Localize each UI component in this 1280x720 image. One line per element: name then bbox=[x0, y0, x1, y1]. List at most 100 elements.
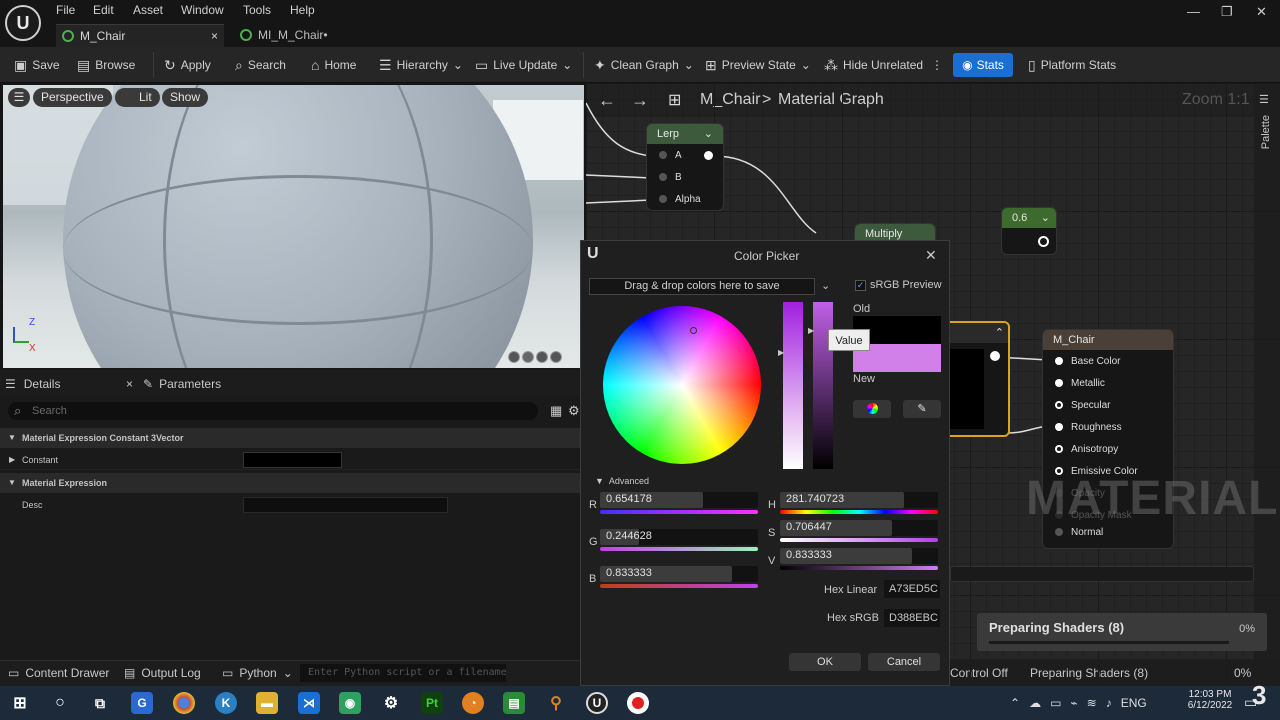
show-button[interactable]: Show bbox=[162, 88, 209, 107]
wifi-icon[interactable]: ≋ bbox=[1087, 696, 1097, 710]
color-wheel-mode-button[interactable] bbox=[853, 400, 891, 418]
chevron-down-icon[interactable]: ⌄ bbox=[1041, 208, 1050, 228]
app-k-icon[interactable]: K bbox=[215, 692, 237, 714]
python-dropdown[interactable]: ▭ Python ⌄ bbox=[222, 666, 293, 680]
network-icon[interactable]: ⌁ bbox=[1070, 696, 1077, 710]
menu-help[interactable]: Help bbox=[290, 3, 315, 17]
menu-file[interactable]: File bbox=[56, 3, 75, 17]
r-slider[interactable]: 0.654178 bbox=[600, 492, 758, 508]
view-options-icon[interactable]: ▦ bbox=[550, 403, 562, 419]
content-drawer-button[interactable]: ▭ Content Drawer bbox=[8, 666, 109, 680]
lerp-pin-alpha[interactable]: Alpha bbox=[647, 188, 723, 210]
cube-icon[interactable] bbox=[550, 351, 562, 363]
volume-icon[interactable]: ♪ bbox=[1106, 696, 1112, 710]
blender-icon[interactable]: ◔ bbox=[462, 692, 484, 714]
output-pin-icon[interactable] bbox=[1038, 236, 1049, 247]
slider-handle-icon[interactable]: ▶ bbox=[808, 326, 814, 335]
chevron-down-icon[interactable]: ⌄ bbox=[704, 124, 713, 144]
lerp-pin-b[interactable]: B bbox=[647, 166, 723, 188]
section-material-expression[interactable]: Material Expression bbox=[0, 473, 580, 493]
tab-parameters[interactable]: ✎ Parameters bbox=[143, 376, 221, 392]
tab-m-chair[interactable]: M_Chair × bbox=[56, 24, 224, 47]
pin-normal[interactable]: Normal bbox=[1043, 526, 1173, 538]
search-app-icon[interactable]: ⚲ bbox=[545, 692, 567, 714]
app-icon[interactable]: ◉ bbox=[339, 692, 361, 714]
record-icon[interactable] bbox=[627, 692, 649, 714]
system-tray[interactable]: ⌃ ☁ ▭ ⌁ ≋ ♪ ENG bbox=[1010, 696, 1147, 710]
section-material-expression-constant-3vector[interactable]: Material Expression Constant 3Vector bbox=[0, 428, 580, 448]
saturation-slider[interactable] bbox=[783, 302, 803, 469]
cylinder-icon[interactable] bbox=[508, 351, 520, 363]
browse-button[interactable]: ▤ Browse bbox=[77, 56, 135, 74]
sphere-icon[interactable] bbox=[522, 351, 534, 363]
preview-viewport[interactable]: Z X bbox=[3, 85, 584, 368]
perspective-button[interactable]: Perspective bbox=[33, 88, 112, 107]
close-icon[interactable]: ✕ bbox=[925, 247, 937, 264]
expand-arrow-icon[interactable]: ▼ bbox=[8, 433, 16, 442]
pin-base-color[interactable]: Base Color bbox=[1043, 350, 1173, 372]
task-view-icon[interactable]: ⧉ bbox=[89, 692, 111, 714]
h-slider[interactable]: 281.740723 bbox=[780, 492, 938, 508]
search-icon[interactable]: ○ bbox=[49, 692, 71, 714]
pin-roughness[interactable]: Roughness bbox=[1043, 416, 1173, 438]
display-icon[interactable]: ▭ bbox=[1050, 696, 1061, 710]
tab-mi-m-chair[interactable]: MI_M_Chair• bbox=[234, 24, 384, 47]
constant-color-swatch[interactable] bbox=[243, 452, 342, 468]
clock[interactable]: 12:03 PM 6/12/2022 bbox=[1182, 689, 1238, 711]
color-wheel[interactable] bbox=[603, 306, 761, 464]
menu-edit[interactable]: Edit bbox=[93, 3, 114, 17]
desc-input[interactable] bbox=[243, 497, 448, 513]
wheel-selector[interactable] bbox=[690, 327, 697, 334]
live-update-button[interactable]: ▭ Live Update ⌄ bbox=[475, 56, 572, 74]
pin-metallic[interactable]: Metallic bbox=[1043, 372, 1173, 394]
b-slider[interactable]: 0.833333 bbox=[600, 566, 758, 582]
home-button[interactable]: ⌂ Home bbox=[311, 56, 356, 74]
app-icon[interactable]: ▤ bbox=[503, 692, 525, 714]
settings-icon[interactable]: ⚙ bbox=[380, 692, 402, 714]
menu-tools[interactable]: Tools bbox=[243, 3, 271, 17]
details-search-input[interactable]: Search bbox=[8, 402, 538, 420]
pt-app-icon[interactable]: Pt bbox=[421, 692, 443, 714]
advanced-section-toggle[interactable]: ▼ Advanced bbox=[595, 476, 649, 486]
hex-srgb-input[interactable]: D388EBC bbox=[884, 609, 940, 627]
output-log-button[interactable]: ▤ Output Log bbox=[124, 666, 201, 680]
pin-anisotropy[interactable]: Anisotropy bbox=[1043, 438, 1173, 460]
menu-window[interactable]: Window bbox=[181, 3, 224, 17]
close-window-icon[interactable]: ✕ bbox=[1256, 4, 1267, 20]
unreal-logo-icon[interactable]: U bbox=[5, 5, 41, 41]
srgb-preview-checkbox[interactable]: ✓ sRGB Preview bbox=[855, 279, 942, 291]
app-icon[interactable]: G bbox=[131, 692, 153, 714]
python-command-input[interactable]: Enter Python script or a filename bbox=[300, 664, 506, 682]
color-swatch-drop-zone[interactable]: Drag & drop colors here to save bbox=[589, 278, 815, 295]
preview-state-button[interactable]: ⊞ Preview State ⌄ bbox=[705, 56, 811, 74]
plane-icon[interactable] bbox=[536, 351, 548, 363]
menu-asset[interactable]: Asset bbox=[133, 3, 163, 17]
eyedropper-button[interactable]: ✎ bbox=[903, 400, 941, 418]
more-options-icon[interactable]: ⋮ bbox=[931, 56, 943, 74]
gear-icon[interactable]: ⚙ bbox=[568, 403, 580, 419]
expand-arrow-icon[interactable]: ▼ bbox=[8, 478, 16, 487]
clean-graph-button[interactable]: ✦ Clean Graph ⌄ bbox=[594, 56, 694, 74]
close-tab-icon[interactable]: × bbox=[211, 25, 218, 48]
stats-button[interactable]: ◉ Stats bbox=[953, 53, 1013, 77]
chevron-up-icon[interactable]: ⌃ bbox=[995, 323, 1004, 343]
lit-button[interactable]: Lit bbox=[115, 88, 160, 107]
language-indicator[interactable]: ENG bbox=[1121, 696, 1147, 710]
chrome-icon[interactable] bbox=[173, 692, 195, 714]
value-slider[interactable] bbox=[813, 302, 833, 469]
windows-start-icon[interactable]: ⊞ bbox=[9, 692, 31, 714]
lerp-pin-a[interactable]: A bbox=[647, 144, 723, 166]
minimize-icon[interactable]: — bbox=[1187, 4, 1200, 19]
unreal-taskbar-icon[interactable]: U bbox=[586, 692, 608, 714]
cloud-icon[interactable]: ☁ bbox=[1029, 696, 1041, 710]
hide-unrelated-button[interactable]: ⁂ Hide Unrelated bbox=[824, 56, 923, 74]
search-button[interactable]: ⌕ Search bbox=[235, 56, 286, 74]
v-slider[interactable]: 0.833333 bbox=[780, 548, 938, 564]
file-explorer-icon[interactable]: ▬ bbox=[256, 692, 278, 714]
g-slider[interactable]: 0.244628 bbox=[600, 529, 758, 545]
viewport-menu-icon[interactable]: ☰ bbox=[8, 88, 30, 107]
preview-mesh-buttons[interactable] bbox=[508, 351, 580, 365]
pin-specular[interactable]: Specular bbox=[1043, 394, 1173, 416]
hex-linear-input[interactable]: A73ED5C bbox=[884, 580, 940, 598]
tab-details[interactable]: ☰ Details × bbox=[5, 376, 133, 392]
